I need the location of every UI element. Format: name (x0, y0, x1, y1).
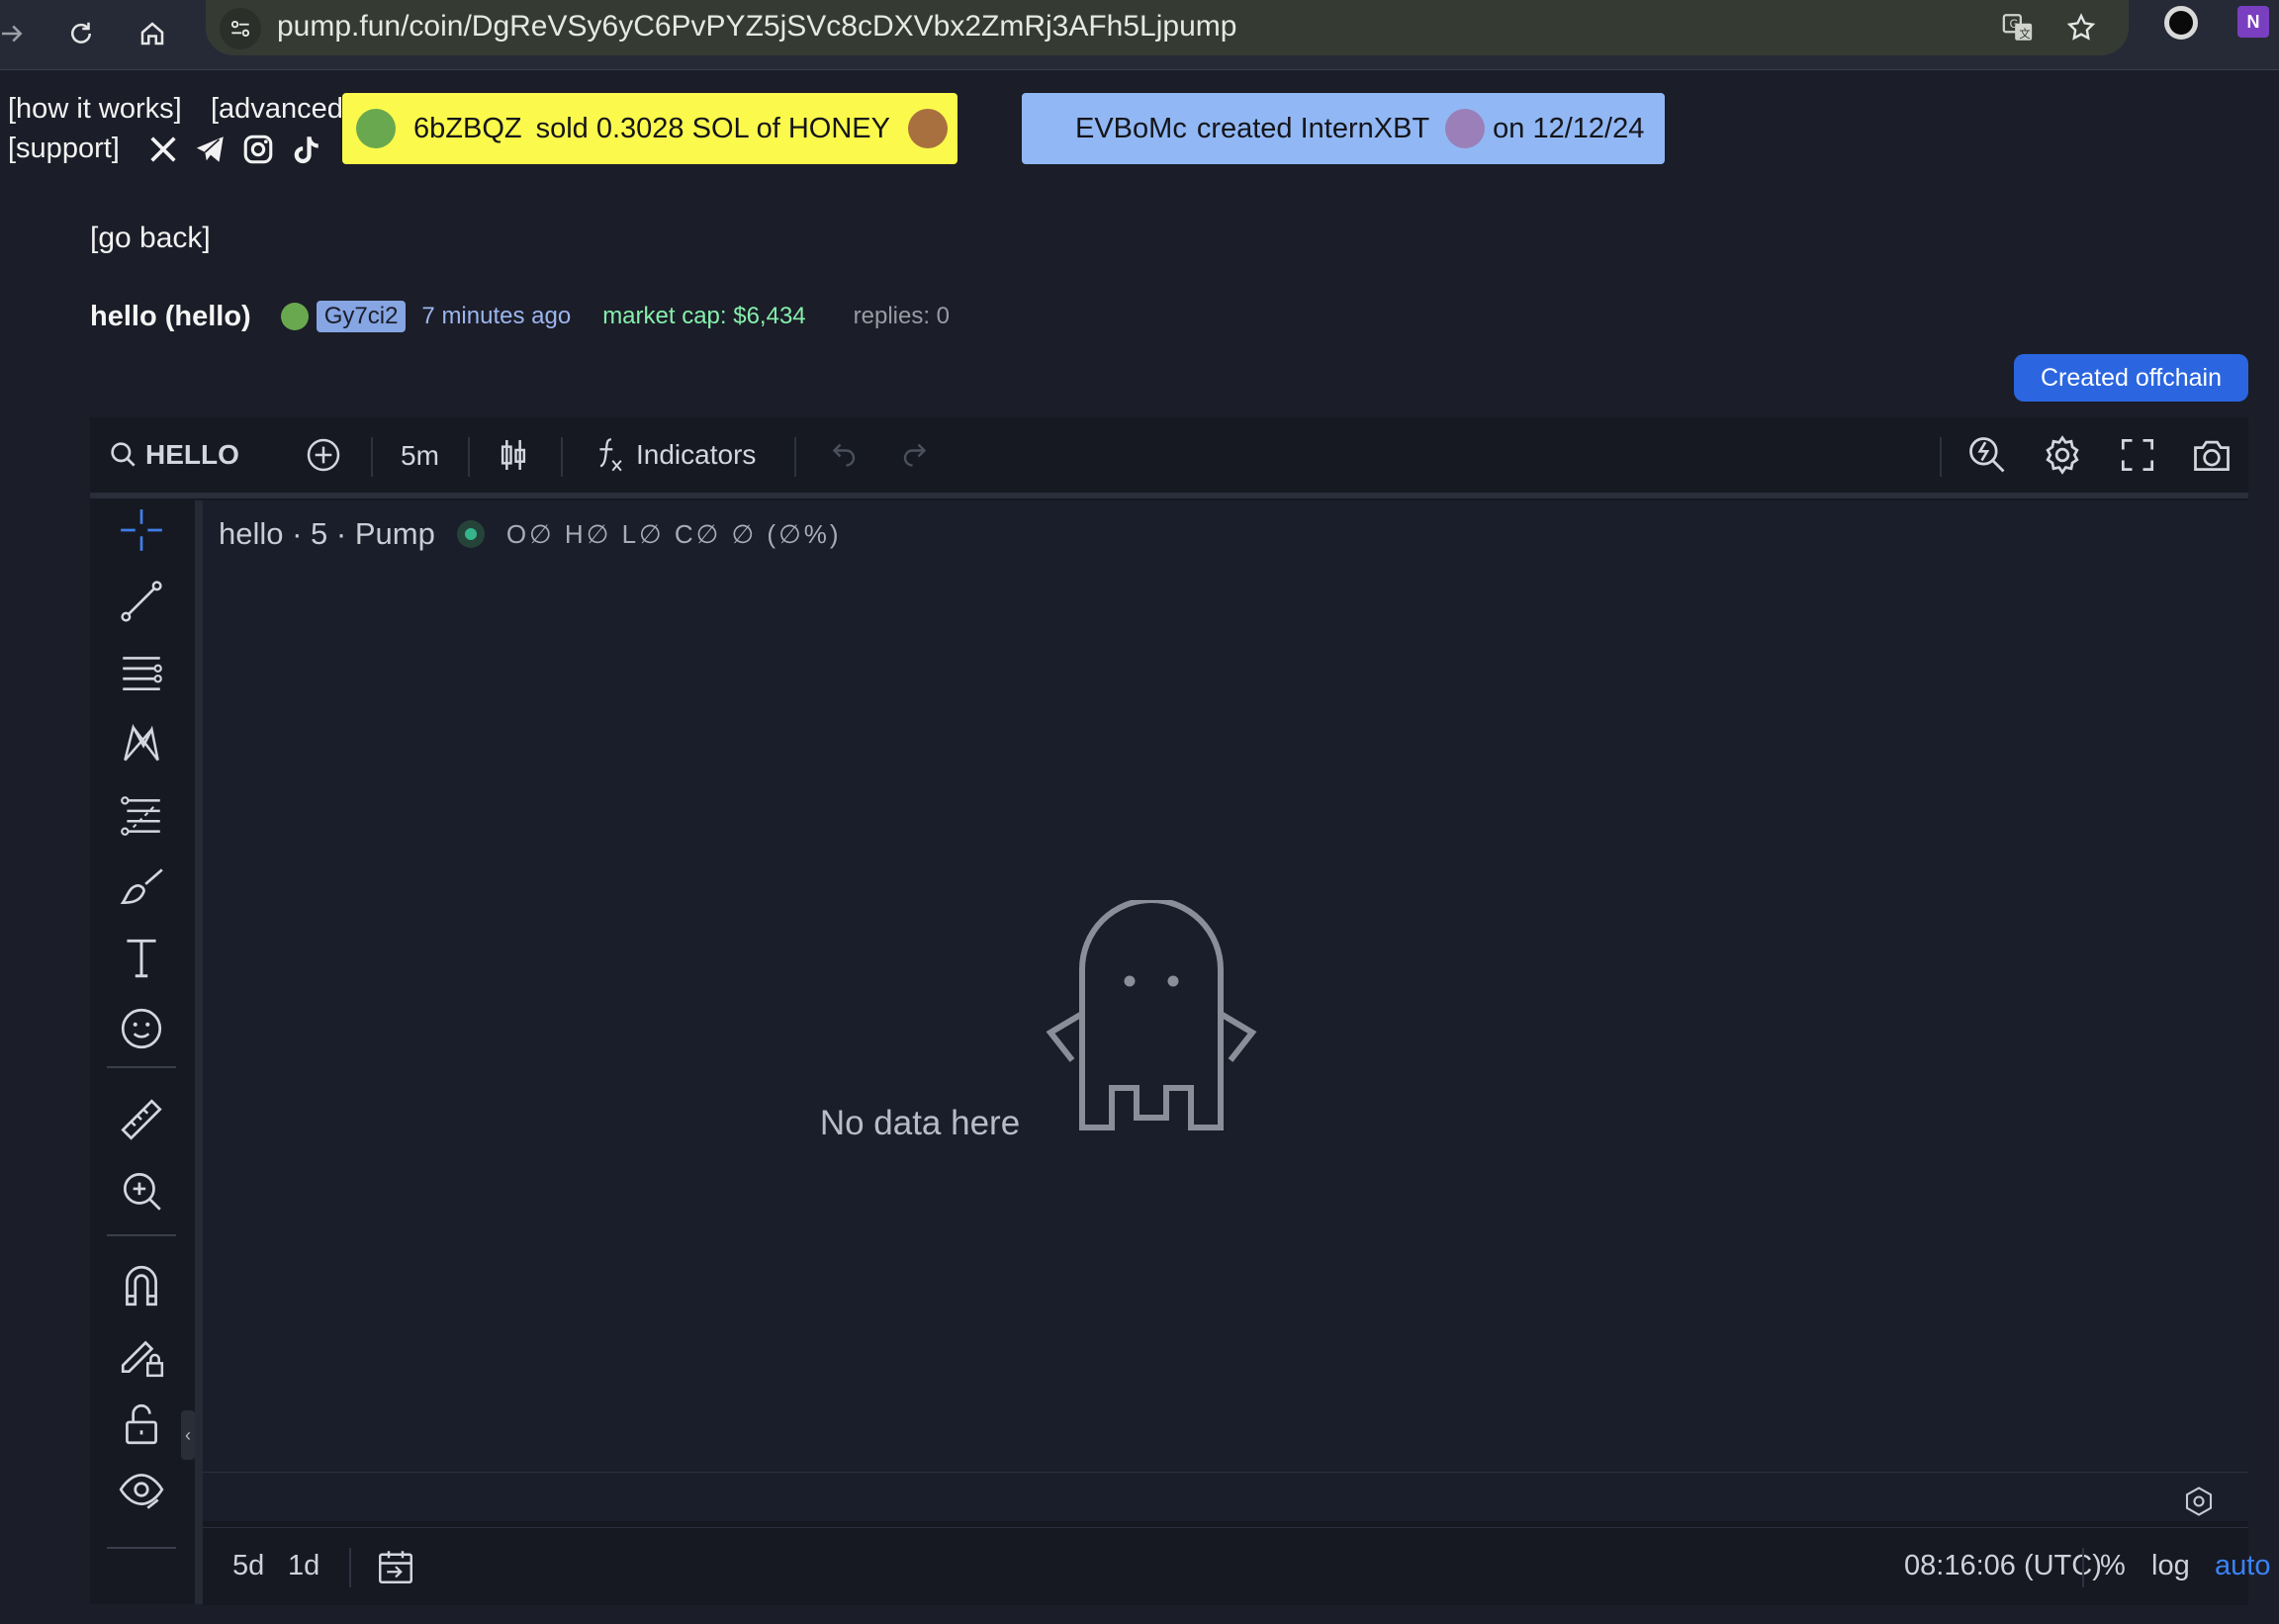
auto-toggle[interactable]: auto (2215, 1550, 2270, 1582)
ticker-action: created InternXBT (1196, 112, 1430, 144)
trend-line-icon[interactable] (110, 574, 173, 629)
range-1d-button[interactable]: 1d (288, 1550, 319, 1582)
chart-pane[interactable]: hello · 5 · Pump O∅ H∅ L∅ C∅ ∅ (∅%) No d… (203, 500, 2248, 1521)
empty-state-text: No data here (819, 1104, 1021, 1142)
ohlc-values: O∅ H∅ L∅ C∅ ∅ (∅%) (505, 518, 842, 549)
text-icon[interactable] (110, 930, 173, 985)
trade-ticker[interactable]: 6bZBQZ sold 0.3028 SOL of HONEY (342, 93, 957, 164)
undo-icon[interactable] (824, 437, 860, 473)
chart-toolbar: HELLO 5m Indicators (90, 417, 2248, 493)
redo-icon[interactable] (899, 437, 935, 473)
chart-widget: HELLO 5m Indicators ‹ hello · 5 · Pump O… (90, 417, 2270, 1605)
lock-drawing-icon[interactable] (110, 1327, 173, 1383)
indicators-label: Indicators (636, 439, 757, 470)
ticker-date: on 12/12/24 (1493, 112, 1645, 144)
instagram-icon[interactable] (241, 133, 275, 166)
extension-icon[interactable] (2164, 6, 2198, 40)
ticker-action: sold 0.3028 SOL of HONEY (535, 112, 890, 144)
telegram-icon[interactable] (194, 133, 228, 166)
zoom-in-icon[interactable] (110, 1163, 173, 1218)
snapshot-icon[interactable] (2189, 433, 2234, 477)
fib-icon[interactable] (110, 787, 173, 843)
address-bar[interactable]: pump.fun/coin/DgReVSy6yC6PvPYZ5jSVc8cDXV… (206, 0, 2129, 55)
created-time: 7 minutes ago (421, 303, 572, 329)
creator-badge[interactable]: Gy7ci2 (316, 301, 407, 332)
translate-icon[interactable]: G文 (1998, 8, 2038, 47)
create-ticker[interactable]: EVBoMc created InternXBT on 12/12/24 (1022, 93, 1665, 164)
legend-title[interactable]: hello · 5 · Pump (219, 516, 435, 552)
x-icon[interactable] (146, 133, 180, 166)
coin-title: hello (hello) (90, 300, 251, 332)
percent-toggle[interactable]: % (2100, 1550, 2126, 1582)
ghost-icon (1046, 900, 1257, 1130)
home-icon[interactable] (127, 8, 178, 59)
browser-toolbar: pump.fun/coin/DgReVSy6yC6PvPYZ5jSVc8cDXV… (0, 0, 2279, 70)
ticker-user: 6bZBQZ (413, 112, 522, 144)
goto-date-icon[interactable] (375, 1546, 416, 1587)
honey-token-avatar (908, 109, 948, 148)
horizontal-lines-icon[interactable] (110, 645, 173, 700)
coin-info-row: hello (hello) Gy7ci2 7 minutes ago marke… (90, 299, 950, 334)
search-icon (111, 442, 136, 467)
drawing-toolbar: ‹ (90, 500, 195, 1604)
quick-search-icon[interactable] (1965, 433, 2009, 477)
chart-legend: hello · 5 · Pump O∅ H∅ L∅ C∅ ∅ (∅%) (219, 514, 842, 554)
svg-text:G: G (2010, 17, 2019, 31)
collapse-toolbar-icon[interactable]: ‹ (181, 1410, 195, 1460)
price-scale-settings-icon[interactable] (2181, 1484, 2217, 1519)
emoji-icon[interactable] (110, 1001, 173, 1056)
tiktok-icon[interactable] (289, 133, 322, 166)
internxbt-avatar (1445, 109, 1486, 148)
log-toggle[interactable]: log (2151, 1550, 2190, 1582)
interval-button[interactable]: 5m (401, 440, 439, 472)
symbol-name: HELLO (145, 439, 239, 470)
indicators-button[interactable]: Indicators (591, 435, 756, 475)
bookmark-star-icon[interactable] (2061, 8, 2101, 47)
forward-icon[interactable] (0, 8, 38, 59)
market-status-icon[interactable] (456, 520, 485, 548)
settings-icon[interactable] (2041, 433, 2084, 477)
pattern-icon[interactable] (110, 716, 173, 771)
replies-count: replies: 0 (853, 303, 951, 329)
svg-text:文: 文 (2019, 27, 2030, 41)
eye-icon[interactable] (110, 1462, 173, 1517)
creator-avatar (280, 303, 309, 330)
market-cap: market cap: $6,434 (602, 303, 806, 329)
range-5d-button[interactable]: 5d (232, 1550, 264, 1582)
candles-icon[interactable] (494, 435, 533, 475)
support-link[interactable]: [support] (8, 133, 120, 165)
fullscreen-icon[interactable] (2116, 433, 2159, 477)
lock-icon[interactable] (110, 1397, 173, 1452)
ruler-icon[interactable] (110, 1092, 173, 1147)
range-toolbar: 5d 1d 08:16:06 (UTC) % log auto (203, 1527, 2270, 1605)
site-settings-icon[interactable] (220, 8, 261, 49)
url-text[interactable]: pump.fun/coin/DgReVSy6yC6PvPYZ5jSVc8cDXV… (277, 10, 1236, 44)
advanced-link[interactable]: [advanced (211, 93, 345, 126)
created-offchain-button[interactable]: Created offchain (2014, 354, 2248, 402)
add-compare-icon[interactable] (304, 435, 343, 475)
go-back-link[interactable]: [go back] (90, 222, 211, 255)
onenote-extension-icon[interactable]: N (2237, 6, 2269, 38)
crosshair-icon[interactable] (110, 502, 173, 558)
utc-clock[interactable]: 08:16:06 (UTC) (1904, 1550, 2102, 1582)
brush-icon[interactable] (110, 858, 173, 914)
magnet-icon[interactable] (110, 1258, 173, 1313)
reload-icon[interactable] (55, 8, 107, 59)
fx-icon (599, 438, 622, 472)
symbol-search[interactable]: HELLO (108, 435, 239, 475)
how-it-works-link[interactable]: [how it works] (8, 93, 182, 126)
pepe-avatar (356, 109, 396, 148)
ticker-user: EVBoMc (1075, 112, 1187, 144)
